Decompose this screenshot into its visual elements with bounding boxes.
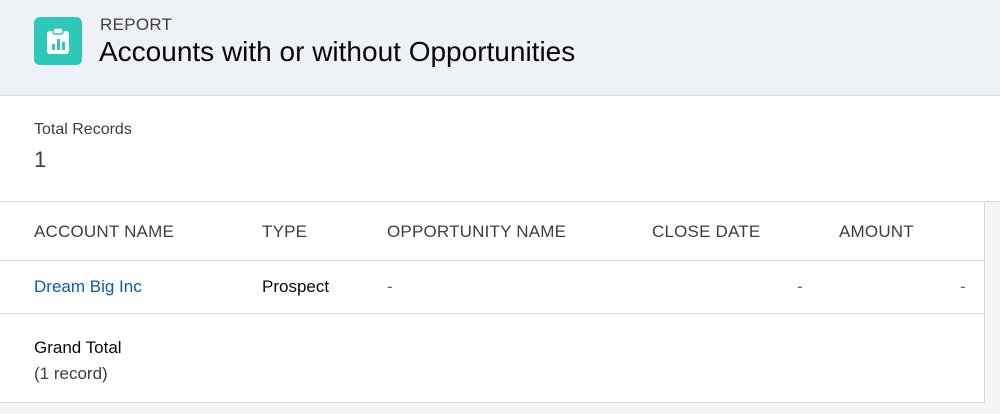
amount-cell: - <box>960 277 966 296</box>
opportunity-name-cell: - <box>387 277 393 296</box>
report-table: ACCOUNT NAME TYPE OPPORTUNITY NAME CLOSE… <box>0 202 985 403</box>
column-header-amount[interactable]: AMOUNT <box>839 222 914 242</box>
column-header-close-date[interactable]: CLOSE DATE <box>652 222 760 242</box>
page-footer-strip <box>0 403 1000 414</box>
column-header-opportunity-name[interactable]: OPPORTUNITY NAME <box>387 222 566 242</box>
account-type-cell: Prospect <box>262 277 330 296</box>
summary-panel: Total Records 1 <box>0 96 1000 202</box>
clipboard-chart-icon <box>47 27 69 54</box>
table-header-row: ACCOUNT NAME TYPE OPPORTUNITY NAME CLOSE… <box>0 202 985 261</box>
total-records-label: Total Records <box>34 121 132 138</box>
report-icon <box>34 17 82 65</box>
grand-total-count: (1 record) <box>34 364 108 383</box>
column-header-account-name[interactable]: ACCOUNT NAME <box>34 222 174 242</box>
page-title: Accounts with or without Opportunities <box>99 36 576 67</box>
grand-total-label: Grand Total <box>34 338 122 357</box>
table-row: Dream Big Inc Prospect - - - <box>0 261 985 314</box>
column-header-type[interactable]: TYPE <box>262 222 307 242</box>
page-kicker: REPORT <box>100 15 173 34</box>
page-header: REPORT Accounts with or without Opportun… <box>0 0 1000 96</box>
close-date-cell: - <box>797 277 803 296</box>
grand-total-row: Grand Total (1 record) <box>0 314 985 403</box>
total-records-value: 1 <box>34 147 47 172</box>
account-name-link[interactable]: Dream Big Inc <box>34 277 142 297</box>
